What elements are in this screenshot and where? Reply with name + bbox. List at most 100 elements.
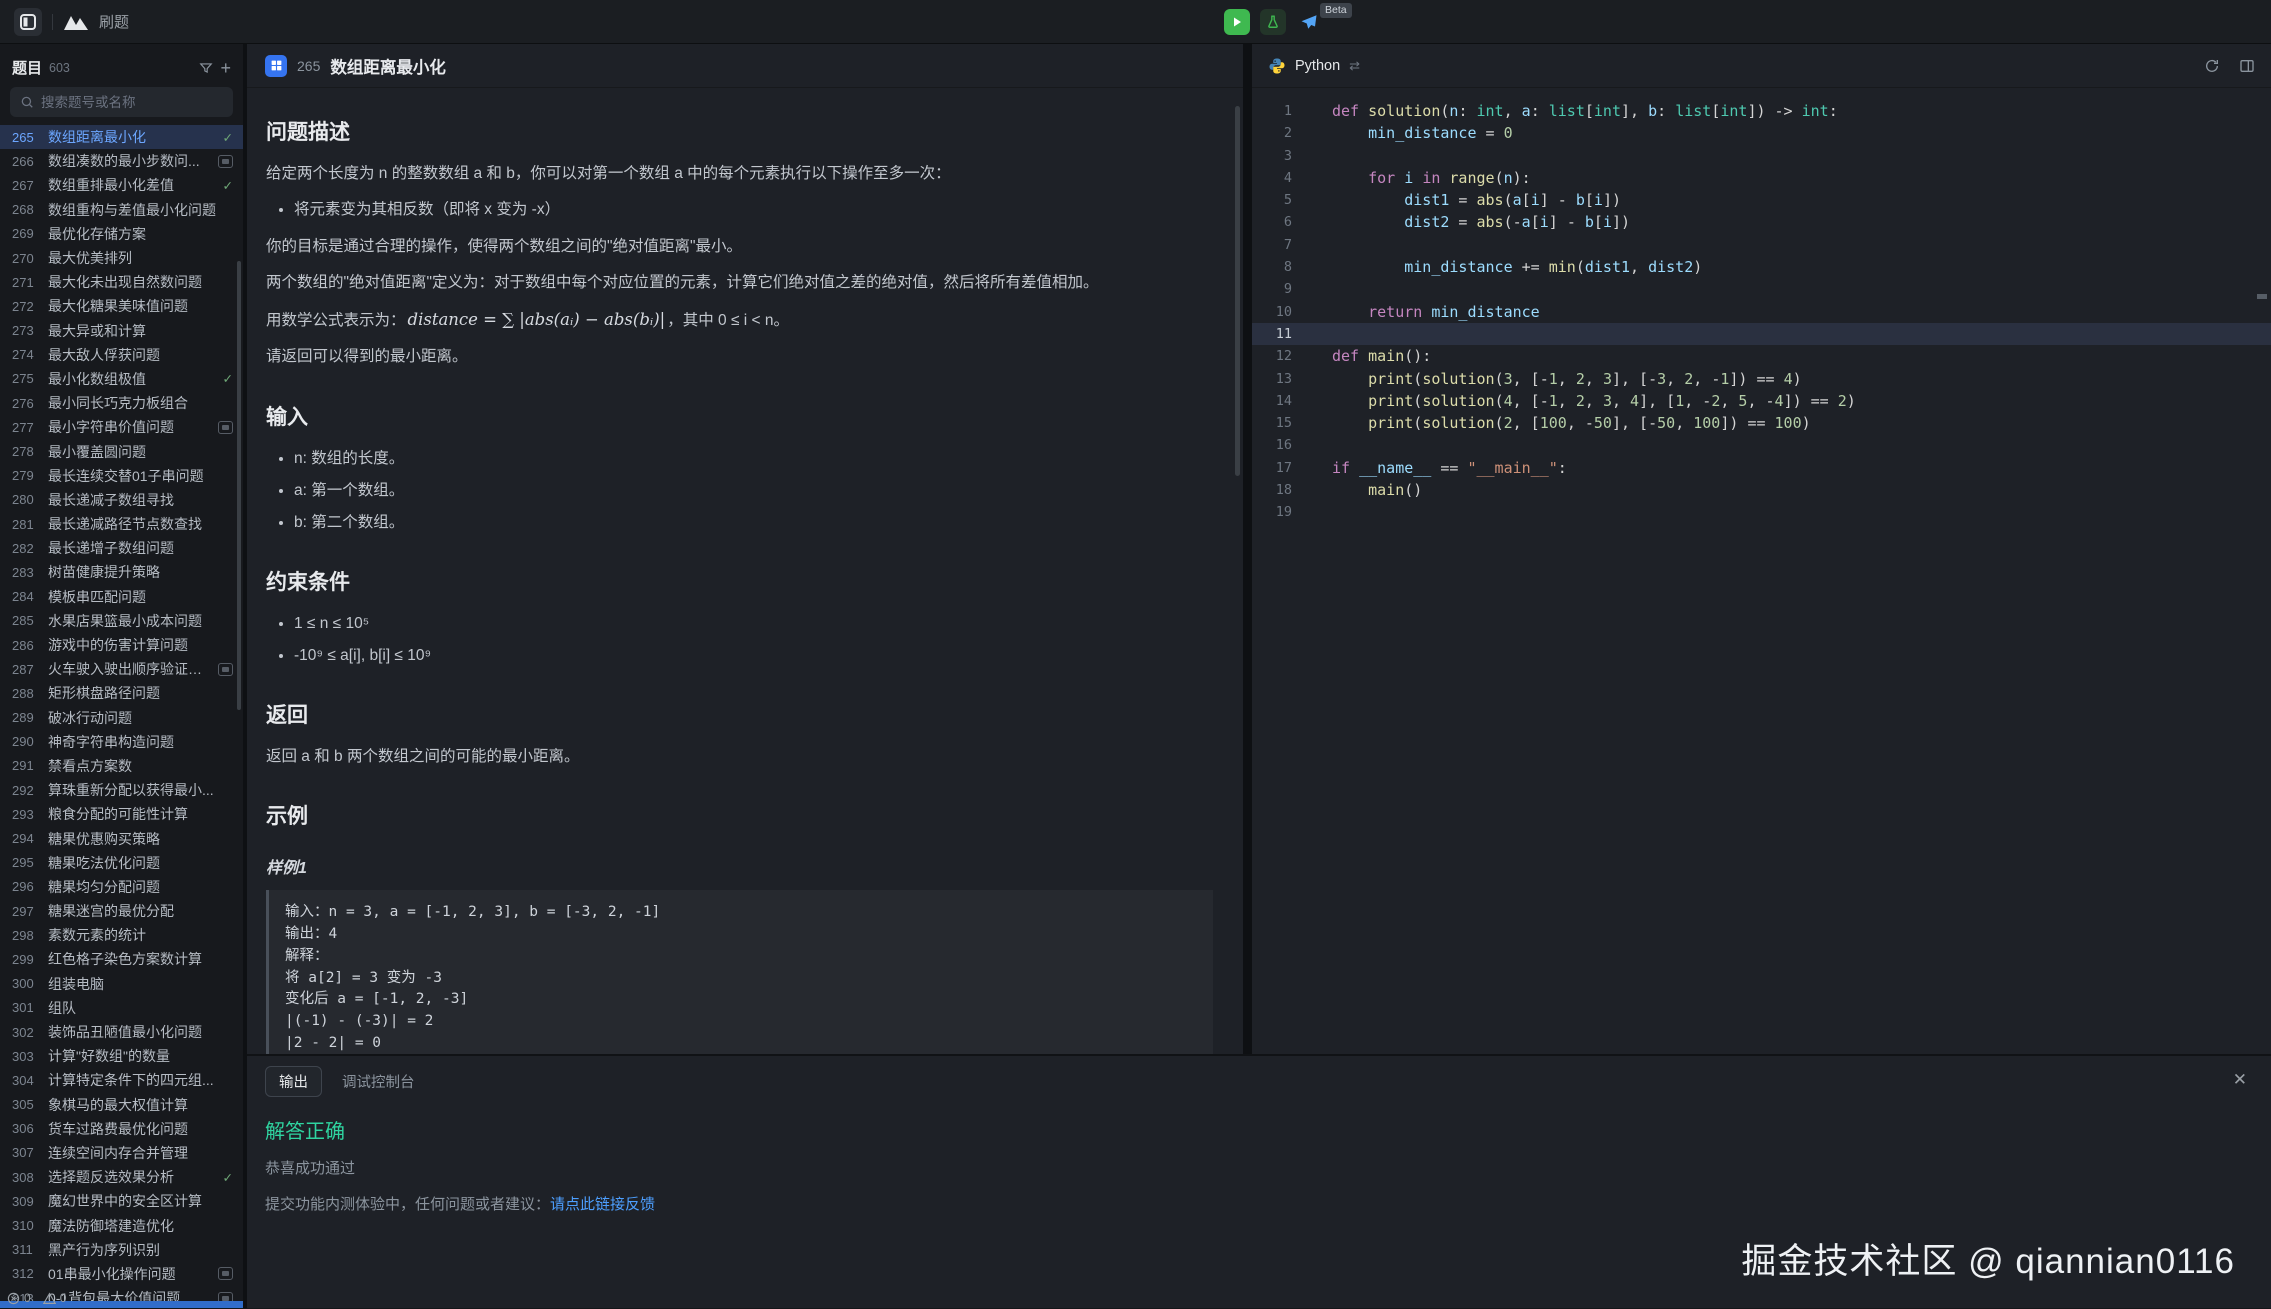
close-panel-icon[interactable]: ✕ bbox=[2233, 1070, 2247, 1090]
problem-list-item[interactable]: 304计算特定条件下的四元组... bbox=[0, 1068, 243, 1092]
problem-list-item[interactable]: 285水果店果篮最小成本问题 bbox=[0, 609, 243, 633]
code-editor[interactable]: 1def solution(n: int, a: list[int], b: l… bbox=[1252, 88, 2271, 1054]
problem-list-item[interactable]: 309魔幻世界中的安全区计算 bbox=[0, 1189, 243, 1213]
problem-list-item[interactable]: 269最优化存储方案 bbox=[0, 222, 243, 246]
problem-list-item[interactable]: 273最大异或和计算 bbox=[0, 319, 243, 343]
problem-list-item[interactable]: 286游戏中的伤害计算问题 bbox=[0, 633, 243, 657]
problem-list-item[interactable]: 307连续空间内存合并管理 bbox=[0, 1141, 243, 1165]
code-line[interactable]: 1def solution(n: int, a: list[int], b: l… bbox=[1252, 100, 2271, 122]
problem-list-item[interactable]: 268数组重构与差值最小化问题 bbox=[0, 198, 243, 222]
item-title: 01串最小化操作问题 bbox=[48, 1264, 210, 1284]
problem-list-item[interactable]: 282最长递增子数组问题 bbox=[0, 536, 243, 560]
add-icon[interactable]: + bbox=[220, 61, 231, 75]
problem-list-item[interactable]: 271最大化未出现自然数问题 bbox=[0, 270, 243, 294]
problem-list-item[interactable]: 293粮食分配的可能性计算 bbox=[0, 802, 243, 826]
code-line[interactable]: 3 bbox=[1252, 145, 2271, 167]
warnings-indicator[interactable]: 0 bbox=[43, 1291, 67, 1305]
problem-list-item[interactable]: 296糖果均匀分配问题 bbox=[0, 875, 243, 899]
problem-list-item[interactable]: 284模板串匹配问题 bbox=[0, 585, 243, 609]
code-line[interactable]: 6 dist2 = abs(-a[i] - b[i]) bbox=[1252, 211, 2271, 233]
item-title: 魔法防御塔建造优化 bbox=[48, 1216, 233, 1236]
problem-list: 265数组距离最小化✓266数组凑数的最小步数问...267数组重排最小化差值✓… bbox=[0, 125, 243, 1308]
problem-list-item[interactable]: 288矩形棋盘路径问题 bbox=[0, 681, 243, 705]
problem-list-item[interactable]: 291禁看点方案数 bbox=[0, 754, 243, 778]
item-title: 最大敌人俘获问题 bbox=[48, 345, 233, 365]
code-line[interactable]: 7 bbox=[1252, 234, 2271, 256]
problem-list-item[interactable]: 287火车驶入驶出顺序验证问题 bbox=[0, 657, 243, 681]
problem-list-item[interactable]: 310 魔法防御塔建造优化 bbox=[0, 1213, 243, 1237]
code-line[interactable]: 12def main(): bbox=[1252, 345, 2271, 367]
code-line[interactable]: 18 main() bbox=[1252, 479, 2271, 501]
code-line[interactable]: 19 bbox=[1252, 501, 2271, 523]
feedback-link[interactable]: 请点此链接反馈 bbox=[550, 1196, 655, 1213]
problem-list-item[interactable]: 306货车过路费最优化问题 bbox=[0, 1117, 243, 1141]
problem-list-item[interactable]: 275最小化数组极值✓ bbox=[0, 367, 243, 391]
item-number: 273 bbox=[12, 323, 40, 338]
item-title: 最小字符串价值问题 bbox=[48, 417, 210, 437]
problem-list-item[interactable]: 276最小同长巧克力板组合 bbox=[0, 391, 243, 415]
problem-list-item[interactable]: 295糖果吃法优化问题 bbox=[0, 851, 243, 875]
item-number: 310 bbox=[12, 1218, 40, 1233]
problem-scrollbar[interactable] bbox=[1235, 106, 1240, 476]
problem-list-item[interactable]: 305象棋马的最大权值计算 bbox=[0, 1093, 243, 1117]
problem-list-item[interactable]: 31201串最小化操作问题 bbox=[0, 1262, 243, 1286]
problem-list-item[interactable]: 300组装电脑 bbox=[0, 972, 243, 996]
editor-layout-icon[interactable] bbox=[2239, 58, 2255, 74]
badge-icon bbox=[218, 1267, 233, 1280]
sidebar-scrollbar[interactable] bbox=[237, 261, 241, 710]
problem-list-item[interactable]: 311黑产行为序列识别 bbox=[0, 1238, 243, 1262]
problem-list-item[interactable]: 278最小覆盖圆问题 bbox=[0, 439, 243, 463]
errors-indicator[interactable]: 0 bbox=[7, 1291, 31, 1305]
search-input[interactable] bbox=[41, 95, 223, 110]
problem-list-item[interactable]: 277最小字符串价值问题 bbox=[0, 415, 243, 439]
problem-list-item[interactable]: 265数组距离最小化✓ bbox=[0, 125, 243, 149]
problem-list-item[interactable]: 298素数元素的统计 bbox=[0, 923, 243, 947]
problem-list-item[interactable]: 267数组重排最小化差值✓ bbox=[0, 173, 243, 197]
app-logo-icon[interactable] bbox=[14, 8, 42, 36]
problem-list-item[interactable]: 308选择题反选效果分析✓ bbox=[0, 1165, 243, 1189]
problem-list-item[interactable]: 274最大敌人俘获问题 bbox=[0, 343, 243, 367]
filter-icon[interactable] bbox=[199, 61, 213, 75]
item-title: 装饰品丑陋值最小化问题 bbox=[48, 1022, 233, 1042]
marscode-logo-icon[interactable] bbox=[63, 13, 89, 31]
code-line[interactable]: 10 return min_distance bbox=[1252, 301, 2271, 323]
code-line[interactable]: 4 for i in range(n): bbox=[1252, 167, 2271, 189]
community-share-button[interactable] bbox=[1296, 9, 1322, 35]
sidebar-header: 题目 603 + bbox=[0, 44, 243, 87]
problem-list-item[interactable]: 283树苗健康提升策略 bbox=[0, 560, 243, 584]
code-line[interactable]: 14 print(solution(4, [-1, 2, 3, 4], [1, … bbox=[1252, 390, 2271, 412]
problem-list-item[interactable]: 297糖果迷宫的最优分配 bbox=[0, 899, 243, 923]
code-line[interactable]: 11 bbox=[1252, 323, 2271, 345]
problem-list-item[interactable]: 299红色格子染色方案数计算 bbox=[0, 947, 243, 971]
code-line[interactable]: 17if __name__ == "__main__": bbox=[1252, 457, 2271, 479]
code-line[interactable]: 13 print(solution(3, [-1, 2, 3], [-3, 2,… bbox=[1252, 368, 2271, 390]
problem-list-item[interactable]: 280最长递减子数组寻找 bbox=[0, 488, 243, 512]
reset-code-icon[interactable] bbox=[2204, 58, 2220, 74]
problem-list-item[interactable]: 294糖果优惠购买策略 bbox=[0, 826, 243, 850]
problem-list-item[interactable]: 270最大优美排列 bbox=[0, 246, 243, 270]
code-line[interactable]: 15 print(solution(2, [100, -50], [-50, 1… bbox=[1252, 412, 2271, 434]
problem-id: 265 bbox=[297, 58, 320, 74]
code-line[interactable]: 8 min_distance += min(dist1, dist2) bbox=[1252, 256, 2271, 278]
problem-list-item[interactable]: 302装饰品丑陋值最小化问题 bbox=[0, 1020, 243, 1044]
problem-list-item[interactable]: 290神奇字符串构造问题 bbox=[0, 730, 243, 754]
problem-list-item[interactable]: 289破冰行动问题 bbox=[0, 706, 243, 730]
problem-list-item[interactable]: 266数组凑数的最小步数问... bbox=[0, 149, 243, 173]
code-line[interactable]: 5 dist1 = abs(a[i] - b[i]) bbox=[1252, 189, 2271, 211]
language-switch-icon[interactable]: ⇄ bbox=[1349, 58, 1360, 74]
problem-list-item[interactable]: 301组队 bbox=[0, 996, 243, 1020]
code-line[interactable]: 9 bbox=[1252, 278, 2271, 300]
tab-output[interactable]: 输出 bbox=[265, 1066, 322, 1097]
problem-list-item[interactable]: 292算珠重新分配以获得最小... bbox=[0, 778, 243, 802]
submit-test-button[interactable] bbox=[1260, 9, 1286, 35]
problem-list-item[interactable]: 272最大化糖果美味值问题 bbox=[0, 294, 243, 318]
bullet-list: 将元素变为其相反数（即将 x 变为 -x） bbox=[274, 196, 1213, 223]
problem-list-item[interactable]: 303计算"好数组"的数量 bbox=[0, 1044, 243, 1068]
run-button[interactable] bbox=[1224, 9, 1250, 35]
problem-list-item[interactable]: 281最长递减路径节点数查找 bbox=[0, 512, 243, 536]
item-title: 组装电脑 bbox=[48, 974, 233, 994]
tab-debug-console[interactable]: 调试控制台 bbox=[342, 1071, 415, 1092]
code-line[interactable]: 2 min_distance = 0 bbox=[1252, 122, 2271, 144]
problem-list-item[interactable]: 279最长连续交替01子串问题 bbox=[0, 464, 243, 488]
code-line[interactable]: 16 bbox=[1252, 434, 2271, 456]
